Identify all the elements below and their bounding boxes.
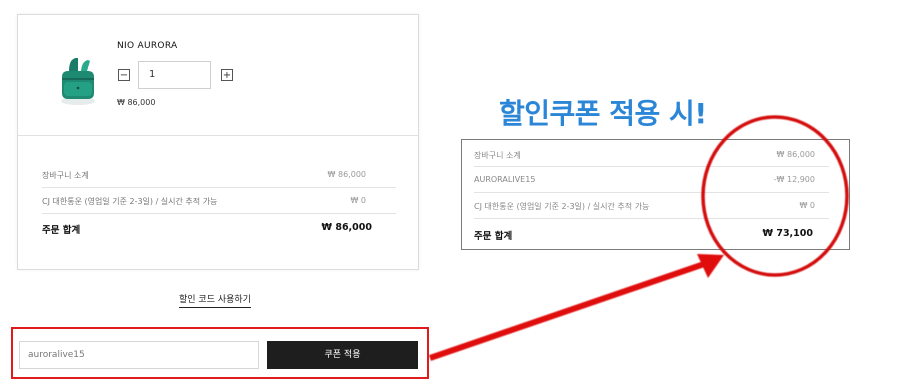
summary-row-subtotal: 장바구니 소계 ₩ 86,000 (42, 170, 396, 181)
divider (18, 135, 418, 136)
result-value: ₩ 86,000 (776, 150, 815, 159)
quantity-input[interactable]: 1 (138, 61, 211, 89)
total-label: 주문 합계 (42, 225, 81, 236)
product-name: NIO AURORA (117, 41, 178, 51)
result-label: 장바구니 소계 (474, 151, 521, 160)
divider (474, 166, 829, 167)
result-row-coupon: AURORALIVE15 -₩ 12,900 (474, 175, 829, 184)
result-row-subtotal: 장바구니 소계 ₩ 86,000 (474, 150, 829, 161)
total-value: ₩ 86,000 (321, 222, 372, 233)
divider (474, 218, 829, 219)
divider (42, 187, 396, 188)
divider (474, 192, 829, 193)
discounted-summary-panel: 장바구니 소계 ₩ 86,000 AURORALIVE15 -₩ 12,900 … (461, 139, 850, 250)
product-price: ₩ 86,000 (117, 98, 156, 107)
coupon-code-input[interactable]: auroralive15 (19, 341, 259, 369)
result-value: -₩ 12,900 (773, 175, 815, 184)
quantity-decrease-button[interactable]: − (118, 69, 130, 81)
arrow-shaft (429, 259, 711, 361)
summary-total-row: 주문 합계 ₩ 86,000 (42, 222, 396, 236)
earbuds-case-icon (61, 58, 95, 105)
arrow-head (697, 254, 724, 278)
divider (42, 213, 396, 214)
annotation-headline: 할인쿠폰 적용 시! (499, 97, 707, 130)
summary-value: ₩ 86,000 (327, 170, 366, 179)
result-total-value: ₩ 73,100 (762, 228, 813, 239)
result-total-row: 주문 합계 ₩ 73,100 (474, 228, 829, 242)
summary-label: CJ 대한통운 (영업일 기준 2-3일) / 실시간 추적 가능 (42, 197, 218, 206)
result-total-label: 주문 합계 (474, 231, 513, 242)
result-label: AURORALIVE15 (474, 175, 536, 184)
result-label: CJ 대한통운 (영업일 기준 2-3일) / 실시간 추적 가능 (474, 202, 650, 211)
cart-panel: NIO AURORA − 1 + ₩ 86,000 장바구니 소계 ₩ 86,0… (17, 14, 419, 270)
result-row-shipping: CJ 대한통운 (영업일 기준 2-3일) / 실시간 추적 가능 ₩ 0 (474, 201, 829, 212)
summary-label: 장바구니 소계 (42, 171, 89, 180)
apply-coupon-button[interactable]: 쿠폰 적용 (267, 341, 418, 369)
discount-code-link[interactable]: 할인 코드 사용하기 (179, 292, 251, 308)
summary-value: ₩ 0 (350, 196, 366, 205)
quantity-increase-button[interactable]: + (221, 69, 233, 81)
summary-row-shipping: CJ 대한통운 (영업일 기준 2-3일) / 실시간 추적 가능 ₩ 0 (42, 196, 396, 207)
result-value: ₩ 0 (799, 201, 815, 210)
